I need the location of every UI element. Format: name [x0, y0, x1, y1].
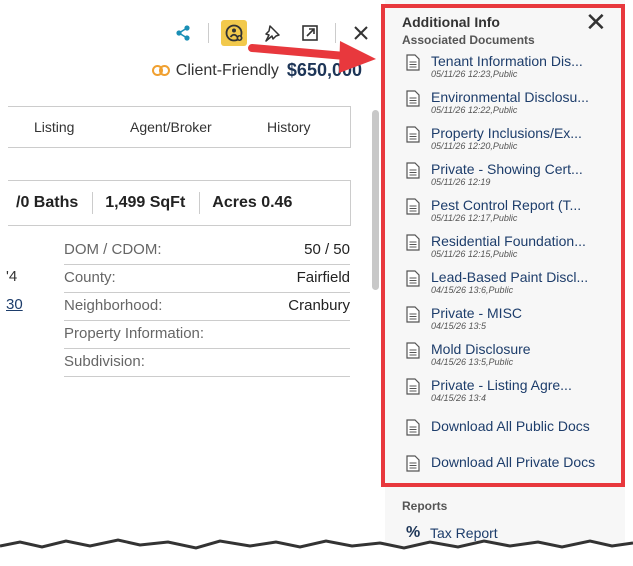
detail-row-property-information: Property Information:: [64, 322, 350, 349]
share-icon[interactable]: [170, 20, 196, 46]
property-stats: /0 Baths 1,499 SqFt Acres 0.46: [8, 180, 351, 226]
listing-detail-pane: Client-Friendly $650,000 Listing Agent/B…: [0, 0, 380, 566]
document-icon: [406, 270, 420, 287]
document-item[interactable]: Tenant Information Dis... 05/11/26 12:23,…: [406, 53, 583, 79]
document-icon: [406, 419, 420, 436]
truncated-link[interactable]: 30: [6, 296, 23, 313]
panel-title: Additional Info: [402, 14, 500, 30]
pin-icon[interactable]: [259, 20, 285, 46]
tab-listing[interactable]: Listing: [34, 119, 74, 135]
client-friendly-icon: [151, 64, 172, 77]
document-title[interactable]: Mold Disclosure: [431, 341, 531, 357]
document-icon: [406, 54, 420, 71]
document-icon: [406, 162, 420, 179]
document-item[interactable]: Mold Disclosure 04/15/26 13:5,Public: [406, 341, 531, 367]
document-icon: [406, 306, 420, 323]
price-row: Client-Friendly $650,000: [151, 60, 362, 81]
document-icon: [406, 234, 420, 251]
stat-sqft: 1,499 SqFt: [105, 194, 186, 211]
document-item[interactable]: Property Inclusions/Ex... 05/11/26 12:20,…: [406, 125, 582, 151]
document-title[interactable]: Environmental Disclosu...: [431, 89, 589, 105]
document-title[interactable]: Private - Listing Agre...: [431, 377, 572, 393]
document-meta: 04/15/26 13:5,Public: [431, 357, 514, 367]
document-meta: 05/11/26 12:22,Public: [431, 105, 518, 115]
associated-documents-heading: Associated Documents: [402, 33, 535, 47]
scrollbar-thumb[interactable]: [372, 110, 379, 290]
toolbar-divider: [335, 23, 336, 43]
list-price: $650,000: [286, 60, 362, 80]
document-title[interactable]: Residential Foundation...: [431, 233, 586, 249]
download-public-docs[interactable]: Download All Public Docs: [406, 418, 590, 436]
detail-row-neighborhood: Neighborhood: Cranbury: [64, 294, 350, 321]
client-friendly-label[interactable]: Client-Friendly: [176, 62, 279, 80]
document-icon: [406, 455, 420, 472]
tab-agent-broker[interactable]: Agent/Broker: [130, 119, 212, 135]
toolbar: [170, 20, 386, 46]
document-item[interactable]: Lead-Based Paint Discl... 04/15/26 13:6,P…: [406, 269, 588, 295]
close-panel-icon[interactable]: ✕: [585, 9, 607, 35]
document-meta: 05/11/26 12:20,Public: [431, 141, 518, 151]
tax-report-label[interactable]: Tax Report: [430, 525, 498, 541]
stat-baths: /0 Baths: [16, 194, 79, 211]
download-private-label[interactable]: Download All Private Docs: [431, 454, 595, 472]
document-title[interactable]: Lead-Based Paint Discl...: [431, 269, 588, 285]
document-meta: 04/15/26 13:6,Public: [431, 285, 514, 295]
document-meta: 04/15/26 13:5: [431, 321, 487, 331]
document-title[interactable]: Pest Control Report (T...: [431, 197, 581, 213]
document-meta: 05/11/26 12:15,Public: [431, 249, 518, 259]
document-title[interactable]: Property Inclusions/Ex...: [431, 125, 582, 141]
tax-report-link[interactable]: % Tax Report: [406, 524, 498, 542]
document-title[interactable]: Private - MISC: [431, 305, 522, 321]
document-item[interactable]: Private - Listing Agre... 04/15/26 13:4: [406, 377, 572, 403]
document-title[interactable]: Tenant Information Dis...: [431, 53, 583, 69]
reports-heading: Reports: [402, 499, 448, 513]
document-item[interactable]: Residential Foundation... 05/11/26 12:15,…: [406, 233, 586, 259]
add-client-icon[interactable]: [221, 20, 247, 46]
detail-row-subdivision: Subdivision:: [64, 350, 350, 377]
document-title[interactable]: Private - Showing Cert...: [431, 161, 583, 177]
document-meta: 05/11/26 12:19: [431, 177, 491, 187]
document-meta: 05/11/26 12:23,Public: [431, 69, 518, 79]
document-icon: [406, 126, 420, 143]
download-public-label[interactable]: Download All Public Docs: [431, 418, 590, 436]
open-external-icon[interactable]: [297, 20, 323, 46]
document-item[interactable]: Private - Showing Cert... 05/11/26 12:19: [406, 161, 583, 187]
document-item[interactable]: Private - MISC 04/15/26 13:5: [406, 305, 522, 331]
document-icon: [406, 90, 420, 107]
document-icon: [406, 342, 420, 359]
document-item[interactable]: Environmental Disclosu... 05/11/26 12:22,…: [406, 89, 589, 115]
document-icon: [406, 378, 420, 395]
download-private-docs[interactable]: Download All Private Docs: [406, 454, 595, 472]
truncated-text: '4: [6, 268, 18, 285]
property-details: DOM / CDOM: 50 / 50 County: Fairfield Neig…: [64, 238, 350, 378]
close-icon[interactable]: [348, 20, 374, 46]
document-item[interactable]: Pest Control Report (T... 05/11/26 12:17,…: [406, 197, 581, 223]
detail-row-dom: DOM / CDOM: 50 / 50: [64, 238, 350, 265]
document-meta: 04/15/26 13:4: [431, 393, 487, 403]
detail-row-county: County: Fairfield: [64, 266, 350, 293]
document-icon: [406, 198, 420, 215]
percent-icon: %: [406, 524, 421, 541]
toolbar-divider: [208, 23, 209, 43]
document-meta: 05/11/26 12:17,Public: [431, 213, 518, 223]
tab-history[interactable]: History: [267, 119, 311, 135]
stat-acres: Acres 0.46: [212, 194, 293, 211]
detail-tabs: Listing Agent/Broker History: [8, 106, 351, 148]
